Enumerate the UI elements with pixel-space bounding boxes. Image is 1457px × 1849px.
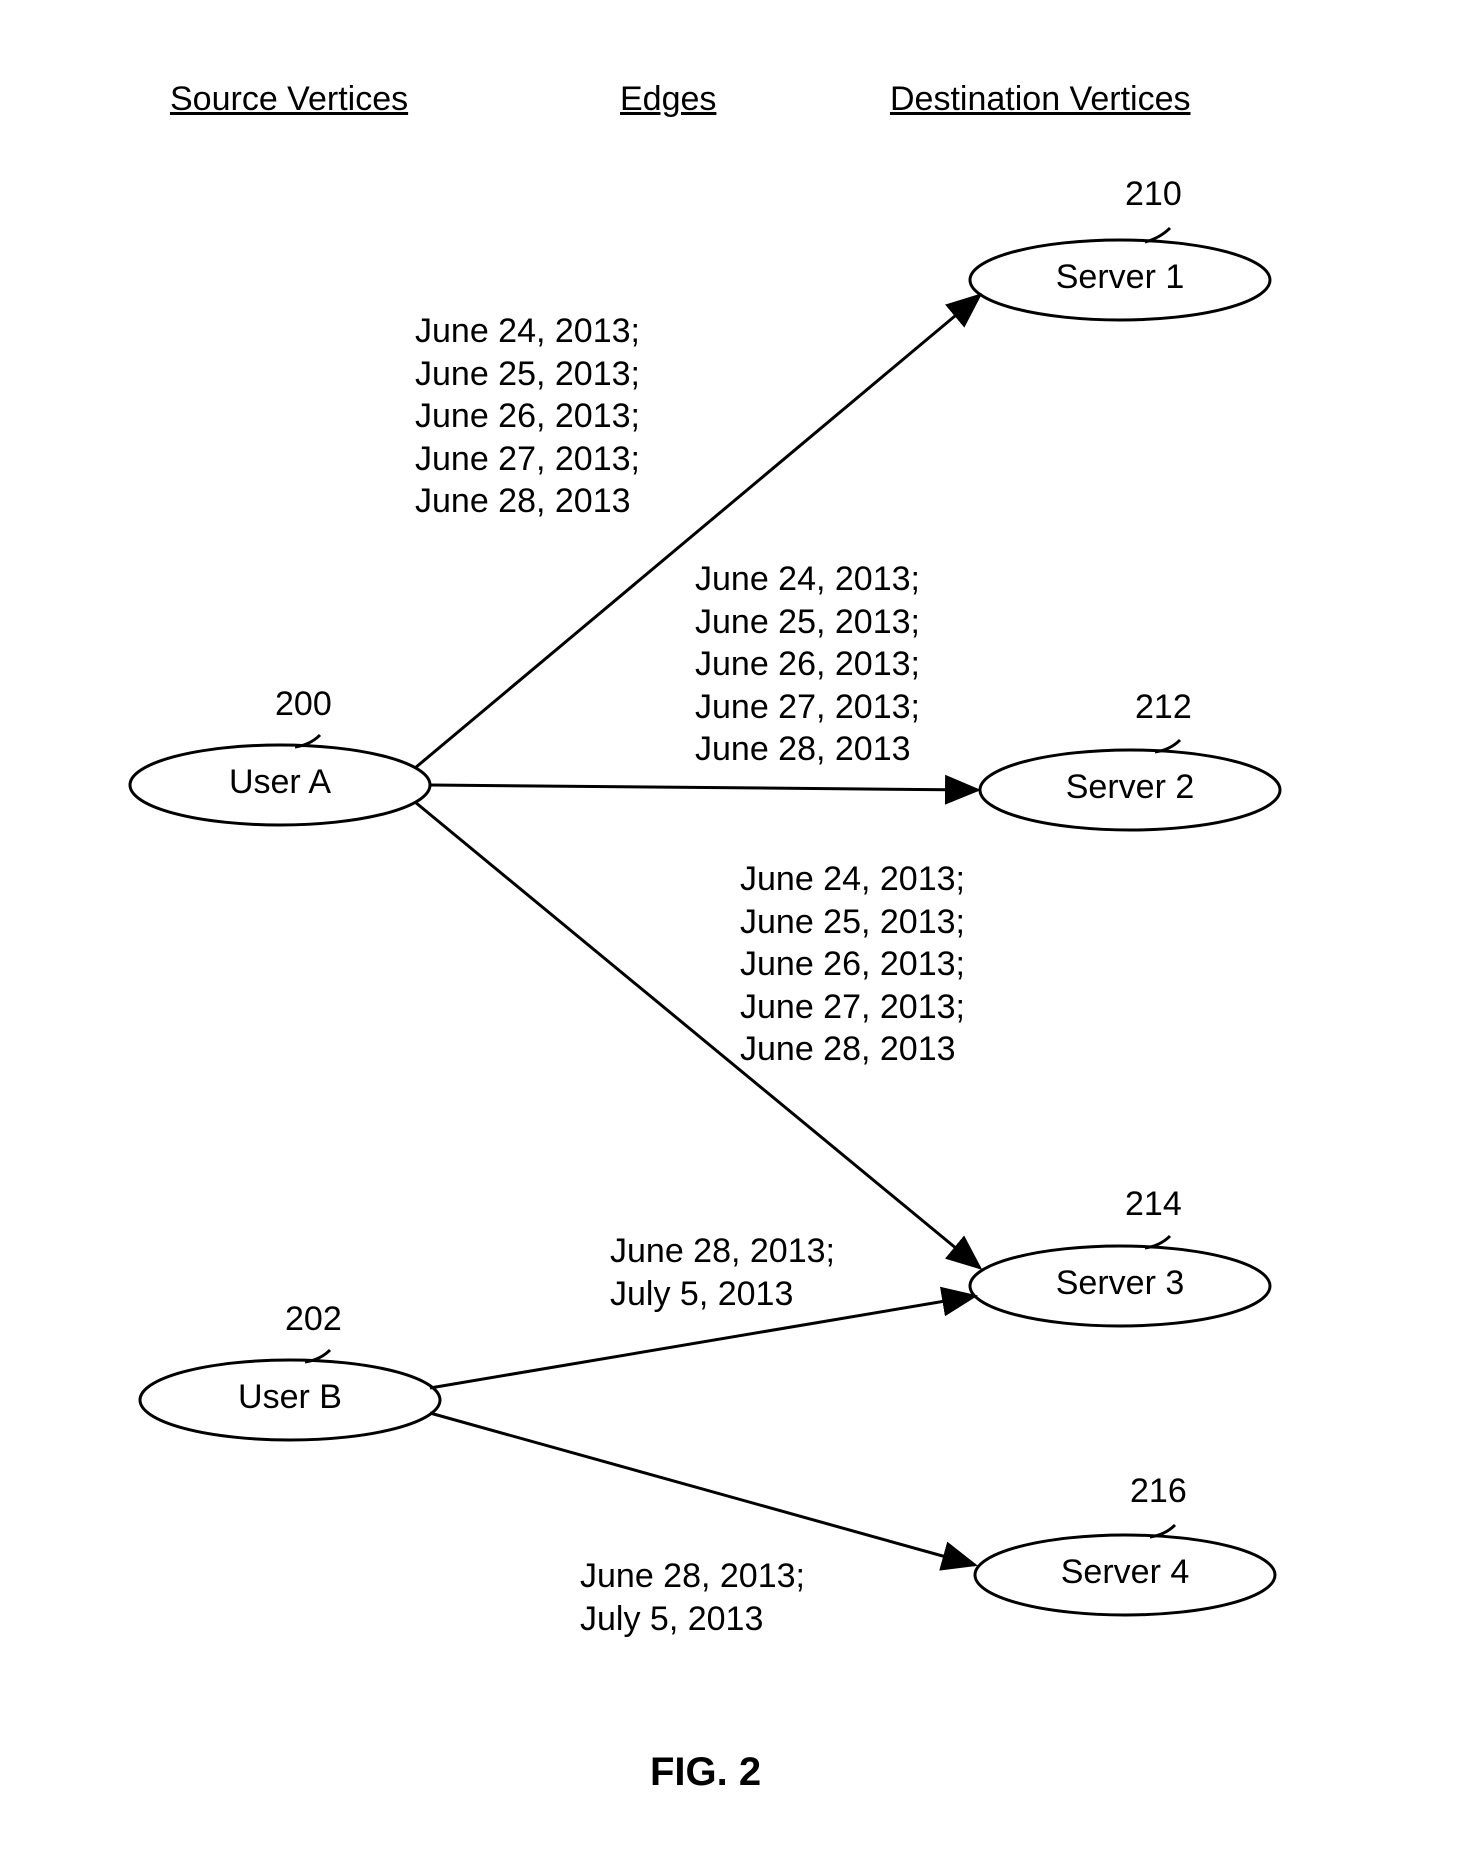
edge-userb-server4 [430,1413,975,1565]
ref-202: 202 [285,1300,342,1339]
figure-label: FIG. 2 [650,1750,761,1795]
ref-tick-212 [1155,740,1180,752]
label-server-1: Server 1 [1010,258,1230,297]
ref-212: 212 [1135,688,1192,727]
label-server-3: Server 3 [1010,1264,1230,1303]
ref-tick-214 [1145,1236,1170,1248]
label-user-b: User B [180,1378,400,1417]
label-server-4: Server 4 [1015,1553,1235,1592]
label-user-a: User A [170,763,390,802]
ref-tick-216 [1150,1525,1175,1537]
label-server-2: Server 2 [1020,768,1240,807]
edge-label-usera-server1: June 24, 2013; June 25, 2013; June 26, 2… [415,310,640,523]
ref-200: 200 [275,685,332,724]
edge-usera-server2 [430,785,978,790]
edge-label-userb-server3: June 28, 2013; July 5, 2013 [610,1230,835,1315]
edge-label-userb-server4: June 28, 2013; July 5, 2013 [580,1555,805,1640]
ref-214: 214 [1125,1185,1182,1224]
ref-216: 216 [1130,1472,1187,1511]
diagram-page: Source Vertices Edges Destination Vertic… [0,0,1457,1849]
edge-label-usera-server2: June 24, 2013; June 25, 2013; June 26, 2… [695,558,920,771]
ref-210: 210 [1125,175,1182,214]
edge-label-usera-server3: June 24, 2013; June 25, 2013; June 26, 2… [740,858,965,1071]
